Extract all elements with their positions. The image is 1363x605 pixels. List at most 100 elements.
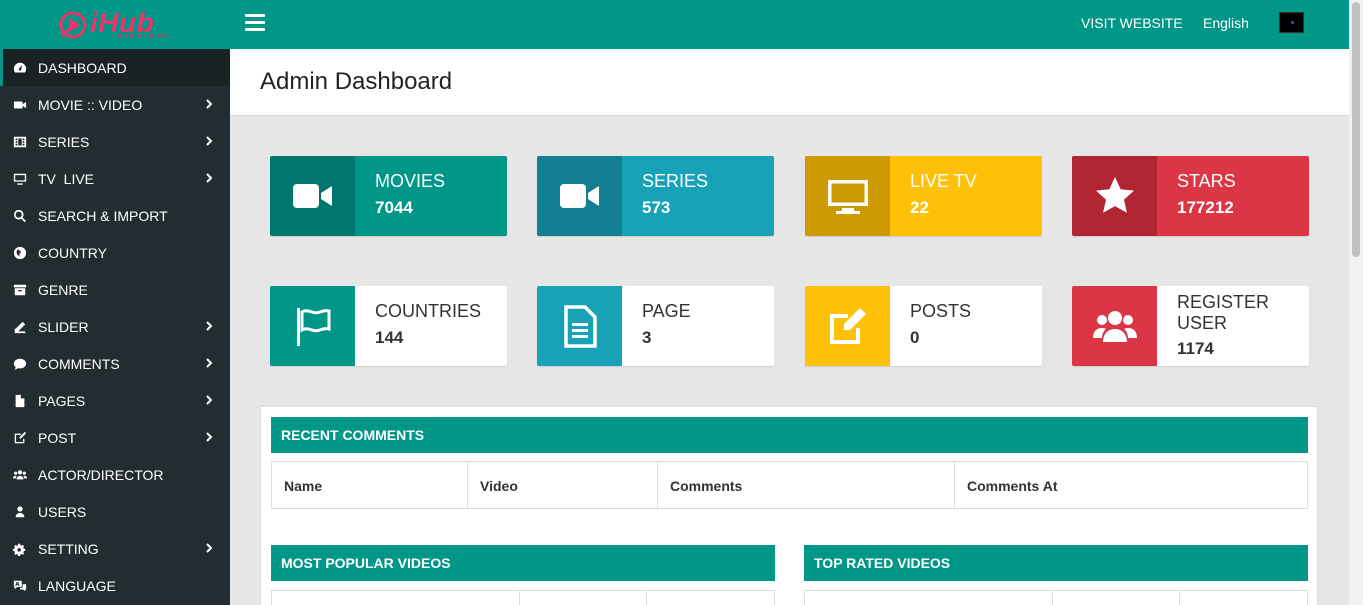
page-scrollbar[interactable] xyxy=(1349,0,1363,605)
brand-wordmark: iHub media server xyxy=(90,9,171,41)
sidebar-item-actor-director[interactable]: ACTOR/DIRECTOR xyxy=(0,456,230,493)
recent-comments-header: RECENT COMMENTS xyxy=(271,417,1308,453)
scrollbar-thumb[interactable] xyxy=(1352,2,1360,257)
tv-icon xyxy=(12,171,28,187)
stat-value: 573 xyxy=(642,198,671,217)
sidebar-item-country[interactable]: COUNTRY xyxy=(0,234,230,271)
page-title: Admin Dashboard xyxy=(260,68,453,95)
sidebar-item-slider[interactable]: SLIDER xyxy=(0,308,230,345)
stat-label: COUNTRIES xyxy=(375,301,482,321)
stat-series[interactable]: SERIES 573 xyxy=(537,156,774,236)
sidebar-item-label: SEARCH & IMPORT xyxy=(38,207,168,224)
chevron-right-icon xyxy=(202,356,216,370)
stat-value: 3 xyxy=(642,328,652,347)
chevron-right-icon xyxy=(202,319,216,333)
sidebar-item-label: SERIES xyxy=(38,133,90,150)
sidebar-item-label: GENRE xyxy=(38,281,88,298)
flag-icon xyxy=(270,286,355,366)
film-icon xyxy=(12,134,28,150)
sidebar-item-label: COMMENTS xyxy=(38,355,120,372)
stat-value: 7044 xyxy=(375,198,413,217)
stat-value: 0 xyxy=(910,328,920,347)
sidebar: iHub media server DASHBOARD MOVIE :: VID… xyxy=(0,0,230,605)
sidebar-item-pages[interactable]: PAGES xyxy=(0,382,230,419)
stat-live-tv[interactable]: LIVE TV 22 xyxy=(805,156,1042,236)
top-rated-videos-table xyxy=(804,590,1308,605)
users-icon xyxy=(12,467,28,483)
stat-label: POSTS xyxy=(910,301,972,321)
menu-toggle-icon[interactable] xyxy=(245,14,265,32)
sidebar-item-search-import[interactable]: SEARCH & IMPORT xyxy=(0,197,230,234)
stat-label: LIVE TV xyxy=(910,171,977,191)
sidebar-item-label: MOVIE :: VIDEO xyxy=(38,96,143,113)
edit-icon xyxy=(805,286,890,366)
sidebar-item-label: POST xyxy=(38,429,77,446)
chevron-right-icon xyxy=(202,393,216,407)
language-selector[interactable]: English xyxy=(1203,15,1249,31)
stat-posts[interactable]: POSTS 0 xyxy=(805,286,1042,366)
archive-icon xyxy=(12,282,28,298)
star-icon xyxy=(1072,156,1157,236)
brand-tagline: media server xyxy=(118,33,171,40)
content-header: Admin Dashboard xyxy=(230,49,1349,116)
stat-register-user[interactable]: REGISTER USER 1174 xyxy=(1072,286,1309,366)
video-camera-icon xyxy=(270,156,355,236)
sidebar-item-comments[interactable]: COMMENTS xyxy=(0,345,230,382)
stat-label: MOVIES xyxy=(375,171,446,191)
monitor-icon xyxy=(805,156,890,236)
sidebar-item-label: PAGES xyxy=(38,392,86,409)
column-header-video[interactable]: Video xyxy=(468,462,658,508)
column-header-name[interactable]: Name xyxy=(272,462,468,508)
sidebar-item-dashboard[interactable]: DASHBOARD xyxy=(0,49,230,86)
sidebar-item-genre[interactable]: GENRE xyxy=(0,271,230,308)
top-rated-videos-header: TOP RATED VIDEOS xyxy=(804,545,1308,581)
sidebar-item-series[interactable]: SERIES xyxy=(0,123,230,160)
play-logo-icon xyxy=(58,10,88,40)
user-icon xyxy=(12,504,28,520)
stat-value: 1174 xyxy=(1177,339,1214,358)
sidebar-item-label: LANGUAGE xyxy=(38,577,116,594)
slider-icon xyxy=(12,319,28,335)
stat-label: STARS xyxy=(1177,171,1236,191)
chevron-right-icon xyxy=(202,97,216,111)
sidebar-item-label: SETTING xyxy=(38,540,99,557)
chevron-right-icon xyxy=(202,541,216,555)
user-avatar[interactable] xyxy=(1279,12,1304,33)
recent-comments-table: Name Video Comments Comments At xyxy=(271,461,1308,509)
sidebar-item-label: ACTOR/DIRECTOR xyxy=(38,466,164,483)
stat-countries[interactable]: COUNTRIES 144 xyxy=(270,286,507,366)
users-icon xyxy=(1072,286,1157,366)
file-icon xyxy=(12,393,28,409)
stat-page[interactable]: PAGE 3 xyxy=(537,286,774,366)
stat-label: SERIES xyxy=(642,171,709,191)
search-icon xyxy=(12,208,28,224)
language-icon xyxy=(12,578,28,594)
cogs-icon xyxy=(12,541,28,557)
dashboard-panel: RECENT COMMENTS Name Video Comments Comm… xyxy=(260,406,1318,605)
column-header-comments[interactable]: Comments xyxy=(658,462,955,508)
stat-movies[interactable]: MOVIES 7044 xyxy=(270,156,507,236)
visit-website-link[interactable]: VISIT WEBSITE xyxy=(1081,15,1183,31)
stat-stars[interactable]: STARS 177212 xyxy=(1072,156,1309,236)
brand-logo[interactable]: iHub media server xyxy=(0,0,230,49)
sidebar-item-label: COUNTRY xyxy=(38,244,107,261)
sidebar-item-movie-video[interactable]: MOVIE :: VIDEO xyxy=(0,86,230,123)
sidebar-item-post[interactable]: POST xyxy=(0,419,230,456)
most-popular-videos-table xyxy=(271,590,775,605)
sidebar-item-language[interactable]: LANGUAGE xyxy=(0,567,230,604)
sidebar-item-label: USERS xyxy=(38,503,87,520)
video-camera-icon xyxy=(537,156,622,236)
sidebar-item-setting[interactable]: SETTING xyxy=(0,530,230,567)
sidebar-item-users[interactable]: USERS xyxy=(0,493,230,530)
sidebar-item-tv-live[interactable]: TV LIVE xyxy=(0,160,230,197)
chevron-right-icon xyxy=(202,134,216,148)
column-header-comments-at[interactable]: Comments At xyxy=(955,462,1307,508)
sidebar-item-label: TV LIVE xyxy=(38,170,95,187)
sidebar-item-label: SLIDER xyxy=(38,318,89,335)
stat-value: 22 xyxy=(910,198,929,217)
chevron-right-icon xyxy=(202,430,216,444)
comment-icon xyxy=(12,356,28,372)
stat-label: REGISTER USER xyxy=(1177,292,1270,333)
stat-value: 144 xyxy=(375,328,404,347)
stat-label: PAGE xyxy=(642,301,691,321)
